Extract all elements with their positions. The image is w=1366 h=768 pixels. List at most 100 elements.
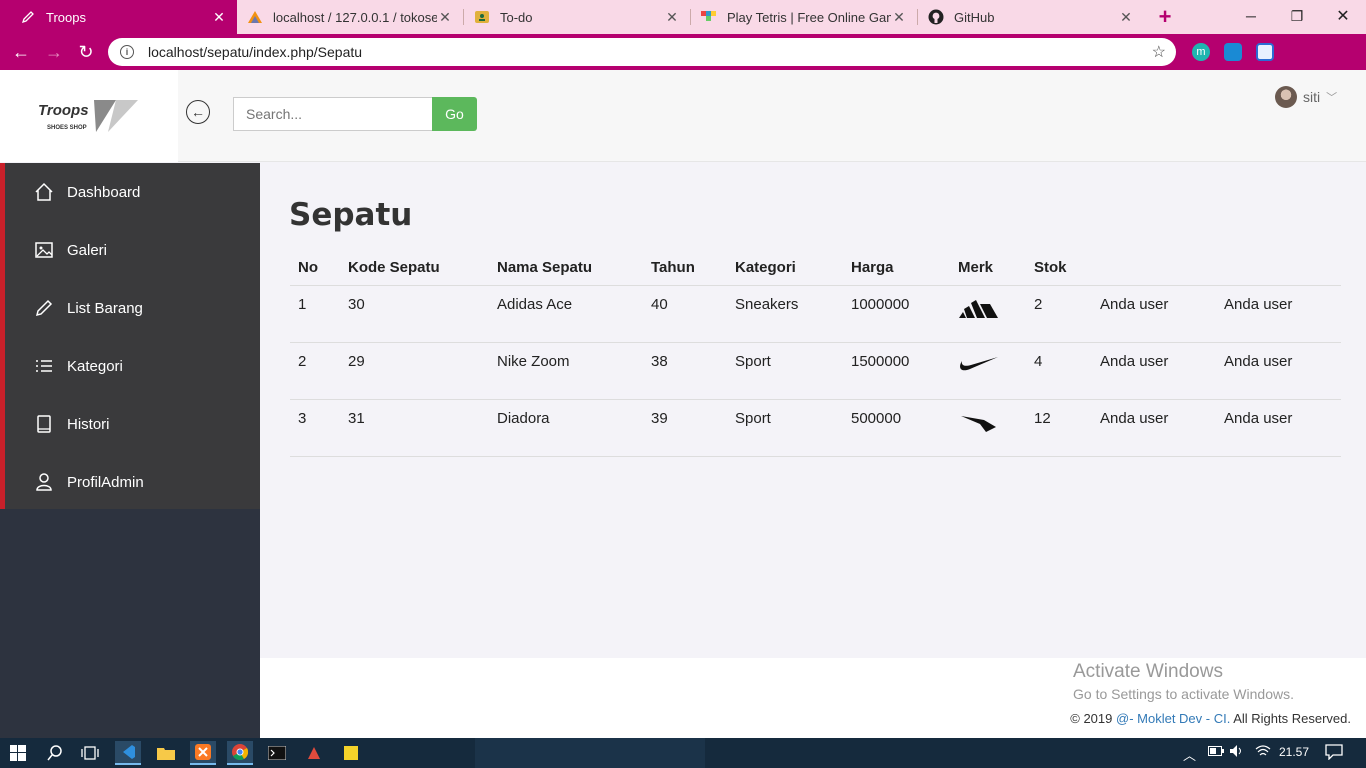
git-tool-icon[interactable]: [301, 741, 327, 765]
battery-icon[interactable]: [1208, 745, 1224, 759]
clock-time[interactable]: 21.57: [1279, 745, 1309, 759]
cell-no: 2: [290, 342, 340, 400]
tab-phpmyadmin[interactable]: localhost / 127.0.0.1 / tokosepatu ✕: [237, 0, 463, 34]
column-header: No: [290, 251, 340, 286]
tab-title: GitHub: [954, 9, 995, 25]
sidebar-toggle-back-icon[interactable]: ←: [186, 100, 210, 124]
sidebar-item-galeri[interactable]: Galeri: [5, 221, 260, 279]
copyright-link[interactable]: @- Moklet Dev - CI.: [1116, 711, 1230, 726]
cell-nama: Adidas Ace: [489, 285, 643, 343]
sidebar-item-list-barang[interactable]: List Barang: [5, 279, 260, 337]
column-header-empty: [1092, 251, 1216, 286]
action-link[interactable]: Anda user: [1216, 342, 1341, 400]
action-link[interactable]: Anda user: [1092, 342, 1216, 400]
action-link[interactable]: Anda user: [1216, 399, 1341, 457]
copyright: © 2019 @- Moklet Dev - CI. All Rights Re…: [1070, 711, 1351, 726]
tab-title: Play Tetris | Free Online Game: [727, 9, 891, 25]
minimize-icon[interactable]: ─: [1228, 0, 1274, 32]
column-header: Nama Sepatu: [489, 251, 643, 286]
action-link[interactable]: Anda user: [1092, 399, 1216, 457]
file-explorer-icon[interactable]: [153, 741, 179, 765]
taskbar: ︿ 21.57: [0, 738, 1366, 768]
sidebar-item-dashboard[interactable]: Dashboard: [5, 163, 260, 221]
search-icon[interactable]: [42, 741, 68, 765]
cell-merk: [950, 342, 1026, 400]
new-tab-plus-icon[interactable]: +: [1152, 4, 1178, 30]
bookmark-star-icon[interactable]: ☆: [1152, 42, 1166, 62]
back-arrow-icon[interactable]: ←: [9, 40, 33, 64]
tab-title: To-do: [500, 9, 533, 25]
action-link[interactable]: Anda user: [1092, 285, 1216, 343]
search-input[interactable]: [233, 97, 433, 131]
info-icon[interactable]: i: [120, 45, 134, 59]
tab-github[interactable]: GitHub ✕: [918, 0, 1144, 34]
extension-reader-icon[interactable]: [1256, 43, 1274, 61]
volume-icon[interactable]: [1230, 745, 1246, 760]
go-button[interactable]: Go: [432, 97, 477, 131]
reload-icon[interactable]: ↻: [74, 40, 98, 64]
tab-todo[interactable]: To-do ✕: [464, 0, 690, 34]
extension-home-icon[interactable]: [1224, 43, 1242, 61]
copyright-prefix: © 2019: [1070, 711, 1116, 726]
sidebar-item-label: Kategori: [67, 357, 123, 375]
restore-icon[interactable]: ❐: [1274, 0, 1320, 32]
forward-arrow-icon[interactable]: →: [42, 40, 66, 64]
sidebar-item-histori[interactable]: Histori: [5, 395, 260, 453]
page-title: Sepatu: [289, 197, 413, 233]
cell-harga: 1000000: [843, 285, 950, 343]
task-view-icon[interactable]: [77, 741, 103, 765]
windows-start-icon[interactable]: [5, 741, 31, 765]
nike-logo-icon: [960, 356, 998, 370]
sidebar-item-kategori[interactable]: Kategori: [5, 337, 260, 395]
sticky-notes-icon[interactable]: [338, 741, 364, 765]
notifications-icon[interactable]: [1325, 744, 1343, 763]
close-tab-icon[interactable]: ✕: [891, 9, 907, 26]
user-menu[interactable]: siti ﹀: [1275, 86, 1337, 108]
close-tab-icon[interactable]: ✕: [664, 9, 680, 26]
table-row: 2 29 Nike Zoom 38 Sport 1500000 4 Anda u…: [290, 342, 1341, 400]
table-row: 1 30 Adidas Ace 40 Sneakers 1000000 2 An…: [290, 285, 1341, 343]
cell-nama: Diadora: [489, 399, 643, 457]
diadora-logo-icon: [961, 415, 996, 432]
chrome-icon[interactable]: [227, 741, 253, 765]
sidebar-item-label: ProfilAdmin: [67, 473, 144, 491]
sidebar-item-label: List Barang: [67, 299, 143, 317]
vscode-icon[interactable]: [115, 741, 141, 765]
close-window-icon[interactable]: ✕: [1320, 0, 1366, 32]
cell-stok: 4: [1026, 342, 1092, 400]
footer: Activate Windows Go to Settings to activ…: [260, 658, 1366, 738]
logo-subtitle: SHOES SHOP: [47, 125, 87, 131]
cell-stok: 12: [1026, 399, 1092, 457]
column-header: Kategori: [727, 251, 843, 286]
cell-kategori: Sport: [727, 399, 843, 457]
sidebar-item-profiladmin[interactable]: ProfilAdmin: [5, 453, 260, 511]
tab-title: localhost / 127.0.0.1 / tokosepatu: [273, 9, 437, 25]
tray-chevron-up-icon[interactable]: ︿: [1183, 745, 1196, 764]
address-bar[interactable]: i localhost/sepatu/index.php/Sepatu ☆: [108, 38, 1176, 66]
column-header: Merk: [950, 251, 1026, 286]
cell-kategori: Sneakers: [727, 285, 843, 343]
close-tab-icon[interactable]: ✕: [211, 9, 227, 26]
cell-no: 3: [290, 399, 340, 457]
logo-text: Troops: [38, 102, 89, 119]
close-tab-icon[interactable]: ✕: [1118, 9, 1134, 26]
close-tab-icon[interactable]: ✕: [437, 9, 453, 26]
column-header: Kode Sepatu: [340, 251, 489, 286]
adidas-logo-icon: [959, 299, 998, 318]
action-link[interactable]: Anda user: [1216, 285, 1341, 343]
cell-kode: 29: [340, 342, 489, 400]
tab-troops[interactable]: Troops ✕: [0, 0, 237, 34]
extension-m-icon[interactable]: m: [1192, 43, 1210, 61]
column-header-empty: [1216, 251, 1341, 286]
cell-nama: Nike Zoom: [489, 342, 643, 400]
cmd-icon[interactable]: [264, 741, 290, 765]
url-text[interactable]: localhost/sepatu/index.php/Sepatu: [148, 44, 362, 60]
wifi-icon[interactable]: [1255, 745, 1271, 760]
copyright-suffix: All Rights Reserved.: [1230, 711, 1351, 726]
cell-tahun: 39: [643, 399, 727, 457]
cell-tahun: 40: [643, 285, 727, 343]
cell-no: 1: [290, 285, 340, 343]
xampp-icon[interactable]: [190, 741, 216, 765]
tab-tetris[interactable]: Play Tetris | Free Online Game ✕: [691, 0, 917, 34]
logo[interactable]: Troops SHOES SHOP: [0, 70, 178, 162]
